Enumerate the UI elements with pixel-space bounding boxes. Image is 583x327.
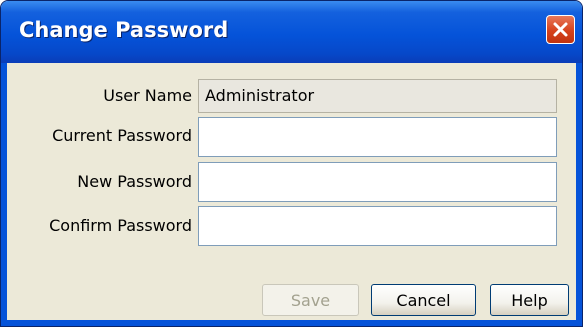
window-frame-right <box>576 63 582 326</box>
window-frame-bottom <box>1 320 582 326</box>
cancel-button[interactable]: Cancel <box>371 284 476 316</box>
close-icon <box>553 22 568 37</box>
close-button[interactable] <box>546 15 575 44</box>
current-password-input[interactable] <box>198 117 557 157</box>
dialog-body: User Name Administrator Current Password… <box>7 63 576 320</box>
confirm-password-input[interactable] <box>198 206 557 246</box>
user-name-field: Administrator <box>198 79 557 113</box>
user-name-label: User Name <box>103 86 192 105</box>
title-bar[interactable]: Change Password <box>1 1 582 63</box>
save-button[interactable]: Save <box>262 284 359 316</box>
help-button[interactable]: Help <box>490 284 569 316</box>
dialog-title: Change Password <box>19 18 229 42</box>
new-password-input[interactable] <box>198 162 557 202</box>
change-password-dialog: Change Password User Name Administrator … <box>0 0 583 327</box>
new-password-label: New Password <box>77 172 192 191</box>
current-password-label: Current Password <box>52 126 192 145</box>
confirm-password-label: Confirm Password <box>49 216 192 235</box>
